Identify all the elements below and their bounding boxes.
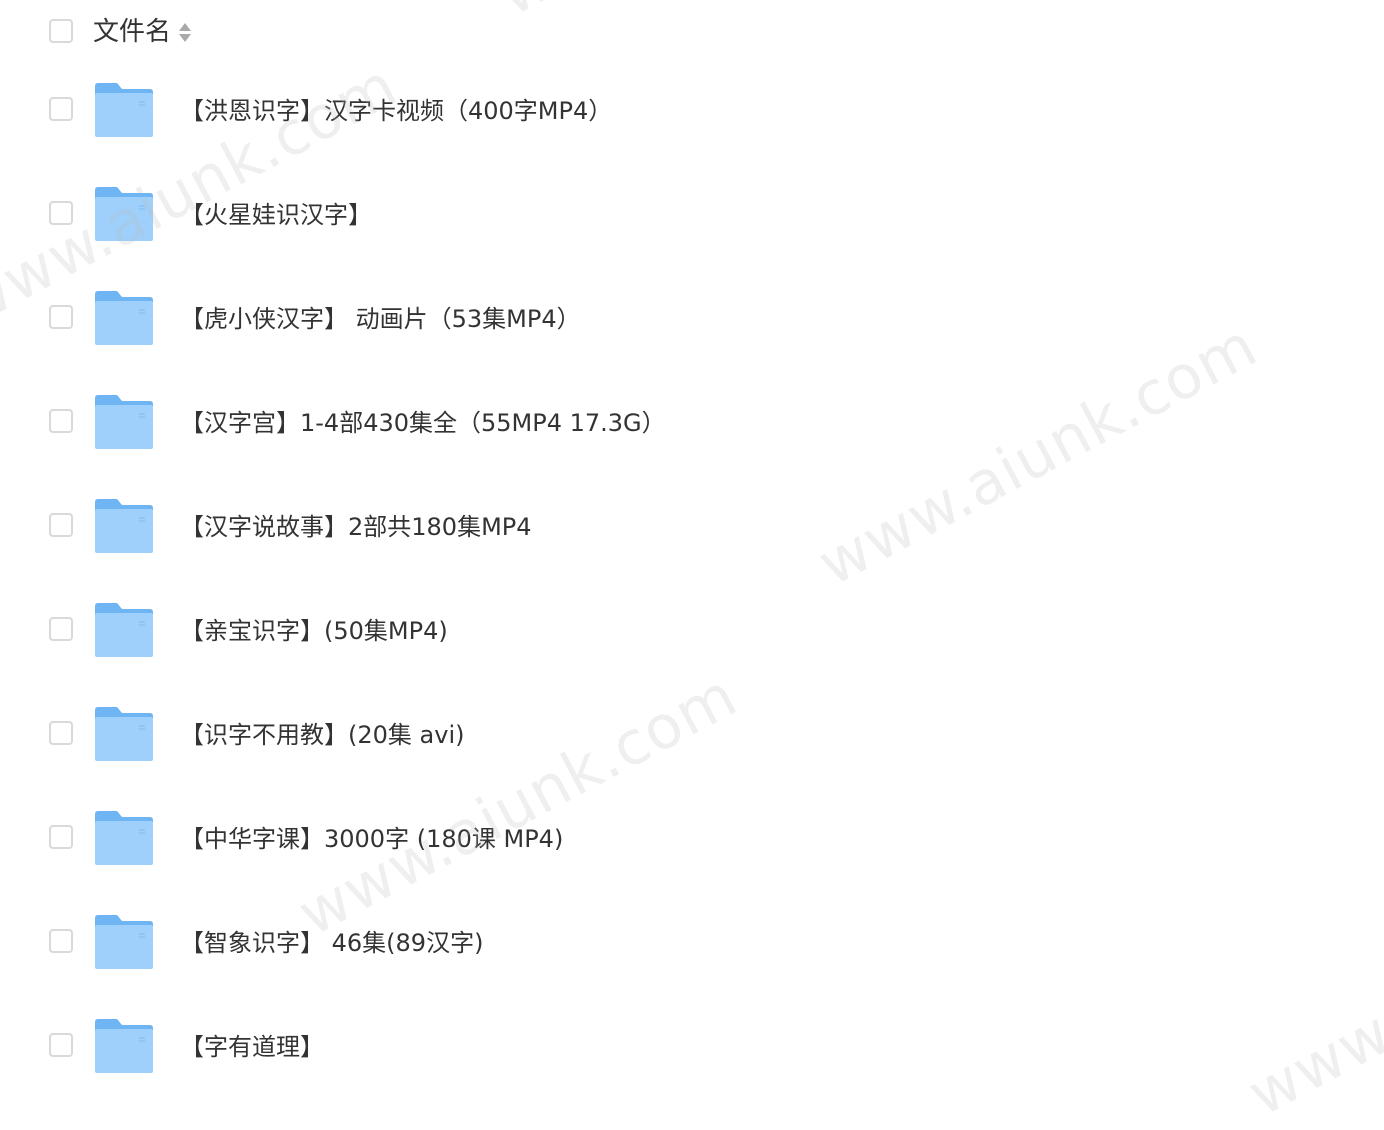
file-row[interactable]: 【汉字说故事】2部共180集MP4: [0, 475, 1384, 579]
row-checkbox[interactable]: [49, 617, 73, 641]
file-name[interactable]: 【洪恩识字】汉字卡视频（400字MP4）: [180, 94, 612, 128]
file-name[interactable]: 【识字不用教】(20集 avi): [180, 718, 464, 752]
folder-icon: [95, 291, 153, 345]
folder-icon: [95, 915, 153, 969]
file-row[interactable]: 【智象识字】 46集(89汉字): [0, 891, 1384, 995]
file-name[interactable]: 【火星娃识汉字】: [180, 198, 372, 232]
folder-icon: [95, 811, 153, 865]
file-name[interactable]: 【亲宝识字】(50集MP4): [180, 614, 448, 648]
row-checkbox[interactable]: [49, 513, 73, 537]
file-name[interactable]: 【虎小侠汉字】 动画片（53集MP4）: [180, 302, 581, 336]
file-list-header: 文件名: [0, 0, 1384, 66]
file-name[interactable]: 【字有道理】: [180, 1030, 324, 1064]
row-checkbox[interactable]: [49, 305, 73, 329]
row-checkbox[interactable]: [49, 1033, 73, 1057]
file-name[interactable]: 【智象识字】 46集(89汉字): [180, 926, 483, 960]
file-name[interactable]: 【中华字课】3000字 (180课 MP4): [180, 822, 563, 856]
file-row[interactable]: 【亲宝识字】(50集MP4): [0, 579, 1384, 683]
folder-icon: [95, 83, 153, 137]
folder-icon: [95, 603, 153, 657]
folder-icon: [95, 499, 153, 553]
folder-icon: [95, 395, 153, 449]
file-row[interactable]: 【字有道理】: [0, 995, 1384, 1099]
file-row[interactable]: 【火星娃识汉字】: [0, 163, 1384, 267]
row-checkbox[interactable]: [49, 201, 73, 225]
file-row[interactable]: 【汉字宫】1-4部430集全（55MP4 17.3G）: [0, 371, 1384, 475]
folder-icon: [95, 187, 153, 241]
row-checkbox[interactable]: [49, 97, 73, 121]
file-name[interactable]: 【汉字说故事】2部共180集MP4: [180, 510, 532, 544]
folder-icon: [95, 1019, 153, 1073]
file-row[interactable]: 【洪恩识字】汉字卡视频（400字MP4）: [0, 59, 1384, 163]
row-checkbox[interactable]: [49, 721, 73, 745]
folder-icon: [95, 707, 153, 761]
header-title: 文件名: [93, 17, 172, 47]
row-checkbox[interactable]: [49, 825, 73, 849]
row-checkbox[interactable]: [49, 929, 73, 953]
row-checkbox[interactable]: [49, 409, 73, 433]
sort-by-filename-header[interactable]: 文件名: [93, 14, 192, 50]
select-all-checkbox[interactable]: [49, 19, 73, 43]
file-row[interactable]: 【中华字课】3000字 (180课 MP4): [0, 787, 1384, 891]
file-name[interactable]: 【汉字宫】1-4部430集全（55MP4 17.3G）: [180, 406, 666, 440]
file-row[interactable]: 【识字不用教】(20集 avi): [0, 683, 1384, 787]
sort-icon[interactable]: [179, 22, 192, 42]
file-row[interactable]: 【虎小侠汉字】 动画片（53集MP4）: [0, 267, 1384, 371]
